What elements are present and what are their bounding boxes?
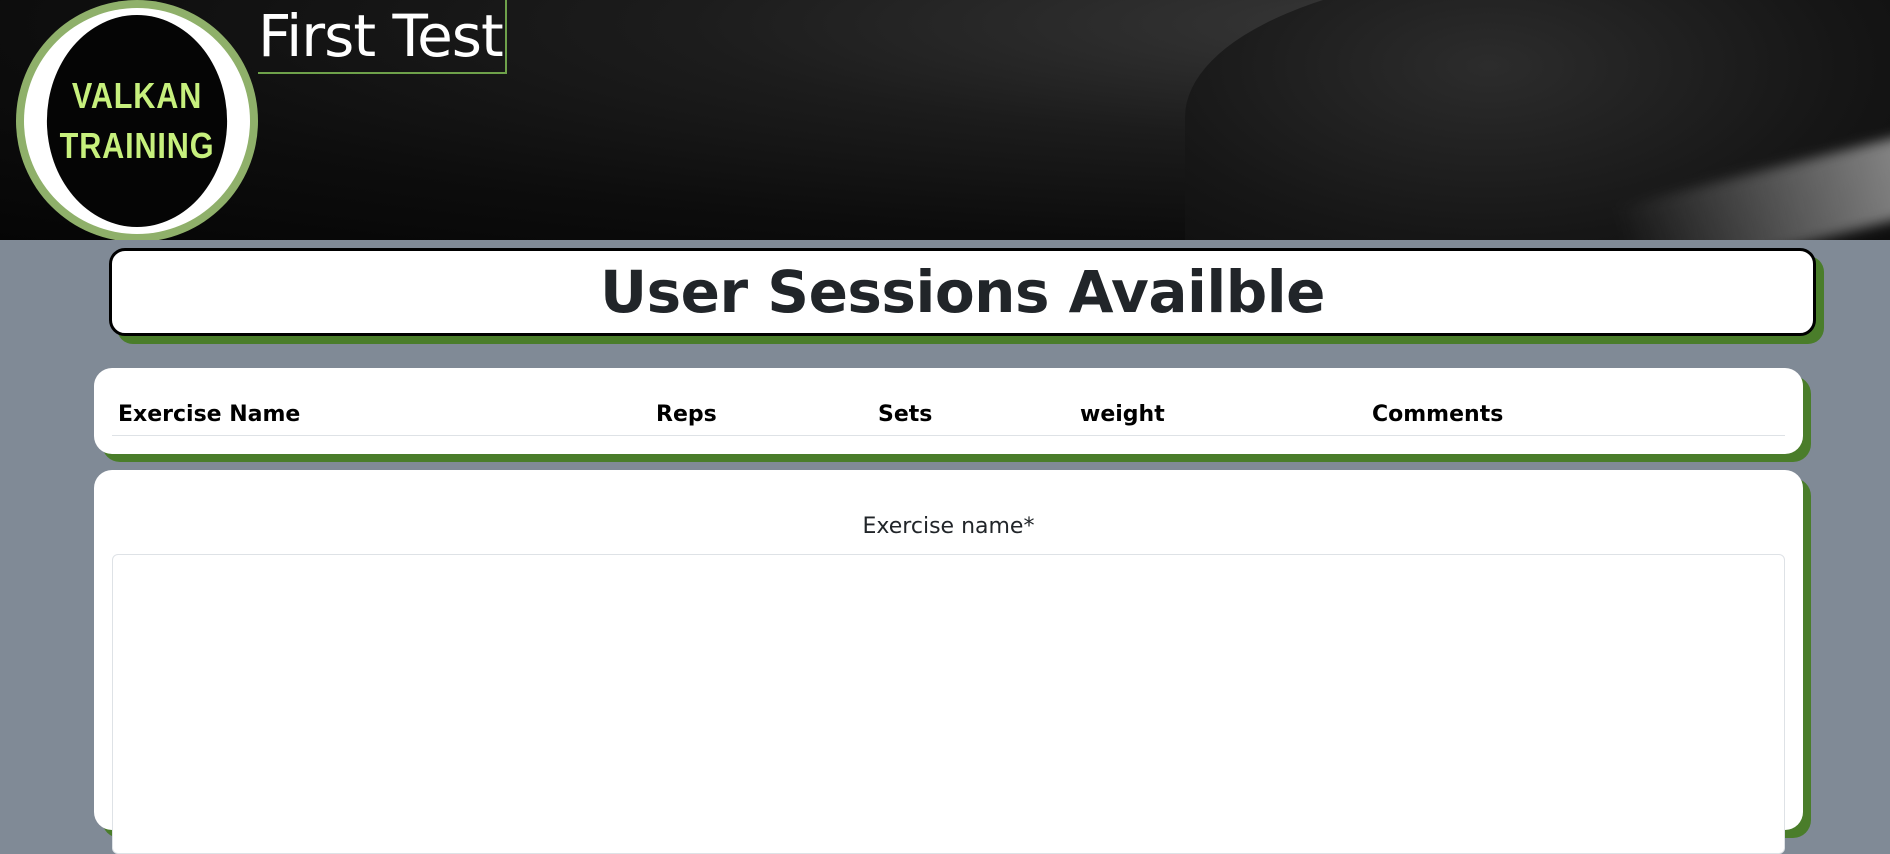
logo-text-line2: TRAINING [59,125,215,166]
header-banner: VALKAN TRAINING First Test [0,0,1890,240]
site-title[interactable]: First Test [258,0,507,74]
page-title-card: User Sessions Availble [109,248,1816,336]
logo[interactable]: VALKAN TRAINING [16,0,258,240]
page-title: User Sessions Availble [600,258,1325,326]
column-header-sets: Sets [878,402,933,427]
logo-border: VALKAN TRAINING [24,8,250,234]
column-header-exercise-name: Exercise Name [118,402,301,427]
table-header-row: Exercise Name Reps Sets weight Comments [112,386,1785,436]
column-header-reps: Reps [656,402,717,427]
exercise-form: Exercise name* [94,470,1803,854]
logo-text-line1: VALKAN [71,75,203,116]
exercise-name-input[interactable] [112,554,1785,854]
exercise-name-label: Exercise name* [862,514,1035,539]
column-header-comments: Comments [1372,402,1504,427]
column-header-weight: weight [1080,402,1165,427]
logo-badge: VALKAN TRAINING [46,15,228,227]
sessions-table: Exercise Name Reps Sets weight Comments [94,368,1803,454]
